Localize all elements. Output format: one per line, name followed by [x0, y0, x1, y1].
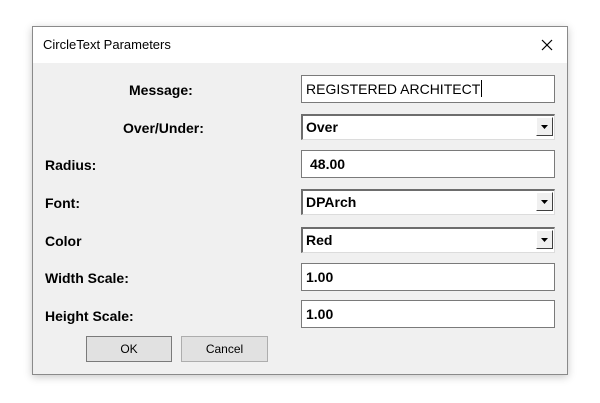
message-input[interactable]: REGISTERED ARCHITECT	[301, 75, 555, 103]
font-label: Font:	[45, 195, 80, 211]
height-scale-label: Height Scale:	[45, 308, 134, 324]
close-button[interactable]	[527, 27, 567, 63]
font-value: DPArch	[306, 194, 357, 210]
height-scale-value: 1.00	[306, 306, 334, 322]
radius-input[interactable]: 48.00	[301, 150, 555, 178]
width-scale-value: 1.00	[306, 269, 334, 285]
close-icon	[541, 39, 553, 51]
chevron-down-icon	[541, 237, 548, 242]
font-dropdown[interactable]: DPArch	[301, 189, 555, 215]
over-under-label: Over/Under:	[123, 120, 204, 136]
cancel-button-label: Cancel	[205, 342, 244, 356]
ok-button-label: OK	[120, 342, 138, 356]
color-dropdown-button[interactable]	[536, 230, 553, 249]
cancel-button[interactable]: Cancel	[181, 336, 268, 362]
text-caret	[481, 80, 483, 97]
title-bar: CircleText Parameters	[33, 27, 567, 63]
over-under-value: Over	[306, 119, 338, 135]
color-label: Color	[45, 233, 82, 249]
width-scale-label: Width Scale:	[45, 270, 129, 286]
height-scale-input[interactable]: 1.00	[301, 300, 555, 328]
width-scale-input[interactable]: 1.00	[301, 263, 555, 291]
font-dropdown-button[interactable]	[536, 192, 553, 211]
ok-button[interactable]: OK	[86, 336, 172, 362]
message-label: Message:	[129, 82, 193, 98]
radius-value: 48.00	[310, 156, 346, 172]
radius-label: Radius:	[45, 157, 97, 173]
chevron-down-icon	[541, 199, 548, 204]
dialog-title: CircleText Parameters	[43, 37, 171, 52]
color-dropdown[interactable]: Red	[301, 227, 555, 253]
chevron-down-icon	[541, 124, 548, 129]
message-value: REGISTERED ARCHITECT	[306, 81, 481, 97]
color-value: Red	[306, 232, 333, 248]
over-under-dropdown-button[interactable]	[536, 117, 553, 136]
circletext-parameters-dialog: CircleText Parameters Message: REGISTERE…	[32, 26, 568, 375]
over-under-dropdown[interactable]: Over	[301, 114, 555, 140]
